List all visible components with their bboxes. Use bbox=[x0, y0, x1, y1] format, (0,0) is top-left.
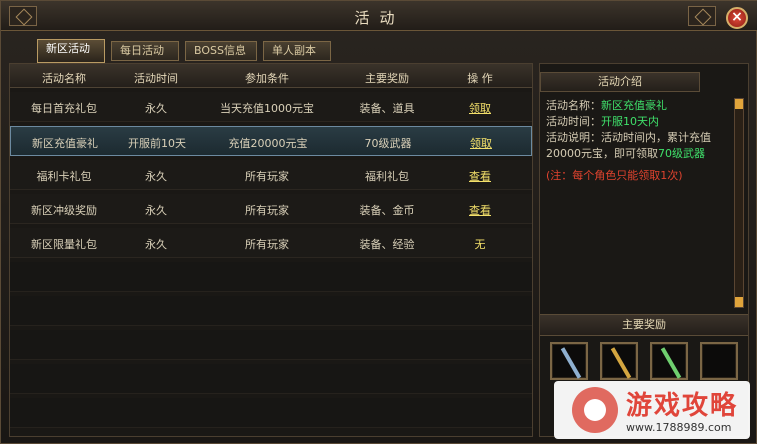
view-link[interactable]: 查看 bbox=[450, 168, 510, 184]
row-time: 永久 bbox=[145, 102, 167, 115]
claim-link[interactable]: 领取 bbox=[451, 135, 511, 151]
spear-icon bbox=[660, 347, 682, 379]
window-title: 活动 bbox=[354, 9, 405, 27]
name-value: 新区充值豪礼 bbox=[601, 99, 667, 112]
row-name: 新区冲级奖励 bbox=[31, 204, 97, 217]
table-header: 活动名称 活动时间 参加条件 主要奖励 操 作 bbox=[10, 64, 532, 88]
row-condition: 所有玩家 bbox=[245, 204, 289, 217]
scroll-down-icon[interactable] bbox=[735, 297, 743, 307]
table-row-selected[interactable]: 新区充值豪礼 开服前10天 充值20000元宝 70级武器 领取 bbox=[10, 126, 532, 156]
reward-slot[interactable] bbox=[700, 342, 738, 380]
row-time: 永久 bbox=[145, 170, 167, 183]
row-time: 永久 bbox=[145, 238, 167, 251]
row-condition: 所有玩家 bbox=[245, 170, 289, 183]
staff-icon bbox=[560, 347, 582, 379]
tab-solo-dungeon[interactable]: 单人副本 bbox=[263, 41, 331, 61]
row-name: 福利卡礼包 bbox=[36, 170, 92, 183]
row-name: 新区充值豪礼 bbox=[32, 137, 98, 150]
row-reward: 装备、道具 bbox=[359, 102, 415, 115]
table-row[interactable]: 新区限量礼包 永久 所有玩家 装备、经验 无 bbox=[10, 228, 532, 258]
row-condition: 所有玩家 bbox=[245, 238, 289, 251]
scroll-up-icon[interactable] bbox=[735, 99, 743, 109]
header-activity-name: 活动名称 bbox=[42, 72, 86, 85]
row-condition: 充值20000元宝 bbox=[228, 137, 308, 150]
table-row[interactable]: 新区冲级奖励 永久 所有玩家 装备、金币 查看 bbox=[10, 194, 532, 224]
tab-new-server-activity[interactable]: 新区活动 bbox=[37, 39, 105, 63]
empty-row bbox=[10, 262, 532, 292]
empty-row bbox=[10, 296, 532, 326]
row-condition: 当天充值1000元宝 bbox=[220, 102, 314, 115]
row-reward: 70级武器 bbox=[364, 137, 412, 150]
header-operation: 操 作 bbox=[467, 72, 493, 85]
name-label: 活动名称： bbox=[546, 99, 601, 112]
header-reward: 主要奖励 bbox=[365, 72, 409, 85]
intro-title: 活动介绍 bbox=[540, 72, 700, 92]
watermark-title: 游戏攻略 bbox=[626, 391, 739, 421]
empty-row bbox=[10, 364, 532, 394]
watermark-url: www.1788989.com bbox=[626, 421, 732, 434]
site-logo-icon bbox=[572, 387, 618, 433]
claim-note: (注：每个角色只能领取1次) bbox=[546, 169, 683, 182]
claim-link[interactable]: 领取 bbox=[450, 100, 510, 116]
row-time: 开服前10天 bbox=[128, 137, 186, 150]
row-reward: 装备、金币 bbox=[359, 204, 415, 217]
close-icon: × bbox=[731, 9, 743, 25]
title-bar: 活动 × bbox=[1, 1, 757, 31]
empty-row bbox=[10, 398, 532, 428]
table-row[interactable]: 每日首充礼包 永久 当天充值1000元宝 装备、道具 领取 bbox=[10, 92, 532, 122]
empty-row bbox=[10, 330, 532, 360]
reward-slot[interactable] bbox=[650, 342, 688, 380]
operation-none: 无 bbox=[474, 238, 486, 251]
reward-slot[interactable] bbox=[600, 342, 638, 380]
watermark: 游戏攻略 www.1788989.com bbox=[554, 381, 750, 439]
reward-slot[interactable] bbox=[550, 342, 588, 380]
row-reward: 装备、经验 bbox=[359, 238, 415, 251]
tab-boss-info[interactable]: BOSS信息 bbox=[185, 41, 257, 61]
title-ornament-right-icon bbox=[688, 6, 716, 26]
time-label: 活动时间： bbox=[546, 115, 601, 128]
row-name: 新区限量礼包 bbox=[31, 238, 97, 251]
tab-daily-activity[interactable]: 每日活动 bbox=[111, 41, 179, 61]
intro-text: 活动名称：新区充值豪礼 活动时间：开服10天内 活动说明：活动时间内，累计充值2… bbox=[542, 94, 734, 308]
row-name: 每日首充礼包 bbox=[31, 102, 97, 115]
close-button[interactable]: × bbox=[726, 7, 748, 29]
reward-title: 主要奖励 bbox=[540, 314, 748, 336]
scepter-icon bbox=[610, 347, 632, 379]
header-activity-time: 活动时间 bbox=[134, 72, 178, 85]
desc-value: 70级武器 bbox=[658, 147, 705, 160]
row-reward: 福利礼包 bbox=[365, 170, 409, 183]
activity-table-panel: 活动名称 活动时间 参加条件 主要奖励 操 作 每日首充礼包 永久 当天充值10… bbox=[9, 63, 533, 437]
row-time: 永久 bbox=[145, 204, 167, 217]
view-link[interactable]: 查看 bbox=[450, 202, 510, 218]
time-value: 开服10天内 bbox=[601, 115, 659, 128]
table-row[interactable]: 福利卡礼包 永久 所有玩家 福利礼包 查看 bbox=[10, 160, 532, 190]
intro-scrollbar[interactable] bbox=[734, 98, 744, 308]
activity-window: 活动 × 新区活动 每日活动 BOSS信息 单人副本 活动名称 活动时间 参加条… bbox=[0, 0, 757, 444]
header-condition: 参加条件 bbox=[245, 72, 289, 85]
